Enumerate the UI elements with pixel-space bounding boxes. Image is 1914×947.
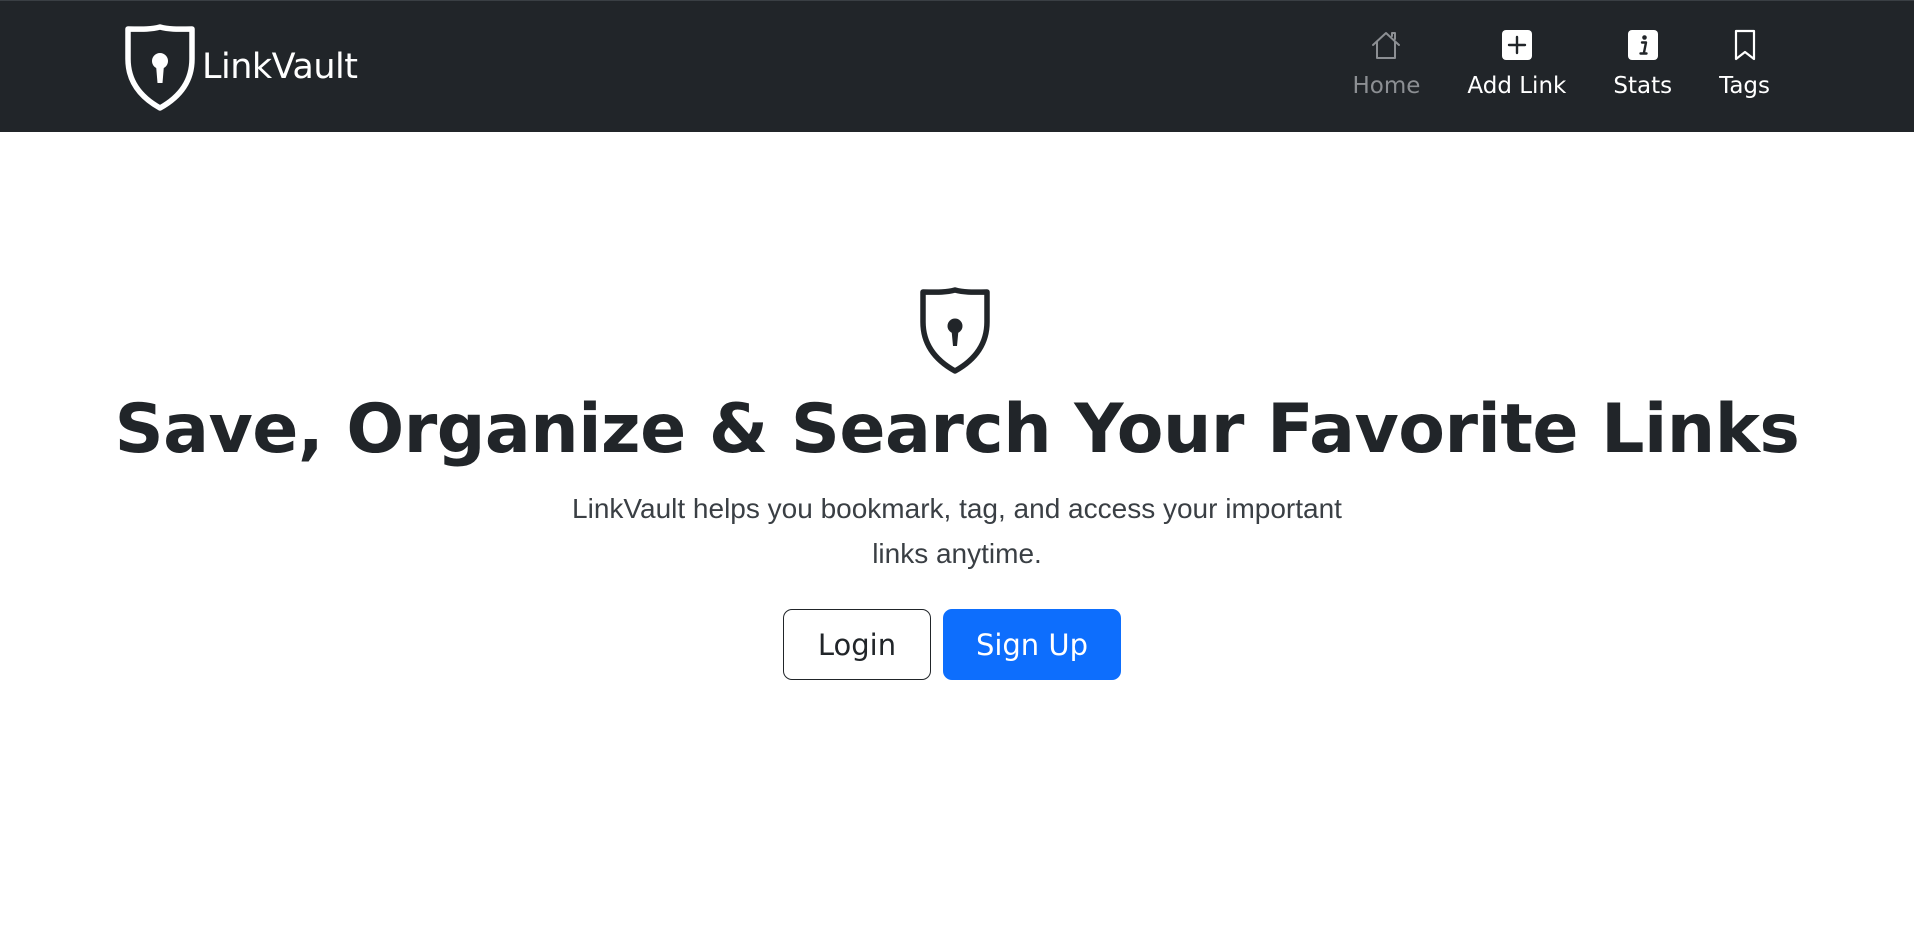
- signup-button[interactable]: Sign Up: [943, 609, 1121, 680]
- nav-item-add-link[interactable]: Add Link: [1467, 27, 1566, 101]
- nav-item-home[interactable]: Home: [1352, 27, 1420, 101]
- hero-subtitle: LinkVault helps you bookmark, tag, and a…: [572, 493, 1342, 569]
- nav-label-add-link: Add Link: [1467, 73, 1567, 99]
- main-nav: Home Add Link Stats Tags: [1305, 27, 1770, 101]
- nav-label-stats: Stats: [1613, 73, 1673, 99]
- nav-item-tags[interactable]: Tags: [1719, 27, 1770, 101]
- plus-square-icon: [1501, 30, 1532, 60]
- top-navbar: LinkVault Home Add Link Stats Tags: [0, 0, 1914, 132]
- hero-title: Save, Organize & Search Your Favorite Li…: [114, 390, 1800, 469]
- brand-link[interactable]: LinkVault: [122, 23, 358, 111]
- auth-buttons: Login Sign Up: [0, 609, 1914, 680]
- shield-lock-icon: [920, 287, 990, 374]
- nav-label-home: Home: [1352, 73, 1421, 99]
- home-icon: [1372, 32, 1401, 59]
- bookmark-icon: [1734, 29, 1755, 61]
- shield-lock-icon: [125, 24, 195, 111]
- brand-name: LinkVault: [202, 47, 358, 87]
- nav-item-stats[interactable]: Stats: [1613, 27, 1672, 101]
- nav-label-tags: Tags: [1719, 73, 1770, 99]
- login-button[interactable]: Login: [783, 609, 931, 680]
- info-square-icon: [1627, 30, 1658, 60]
